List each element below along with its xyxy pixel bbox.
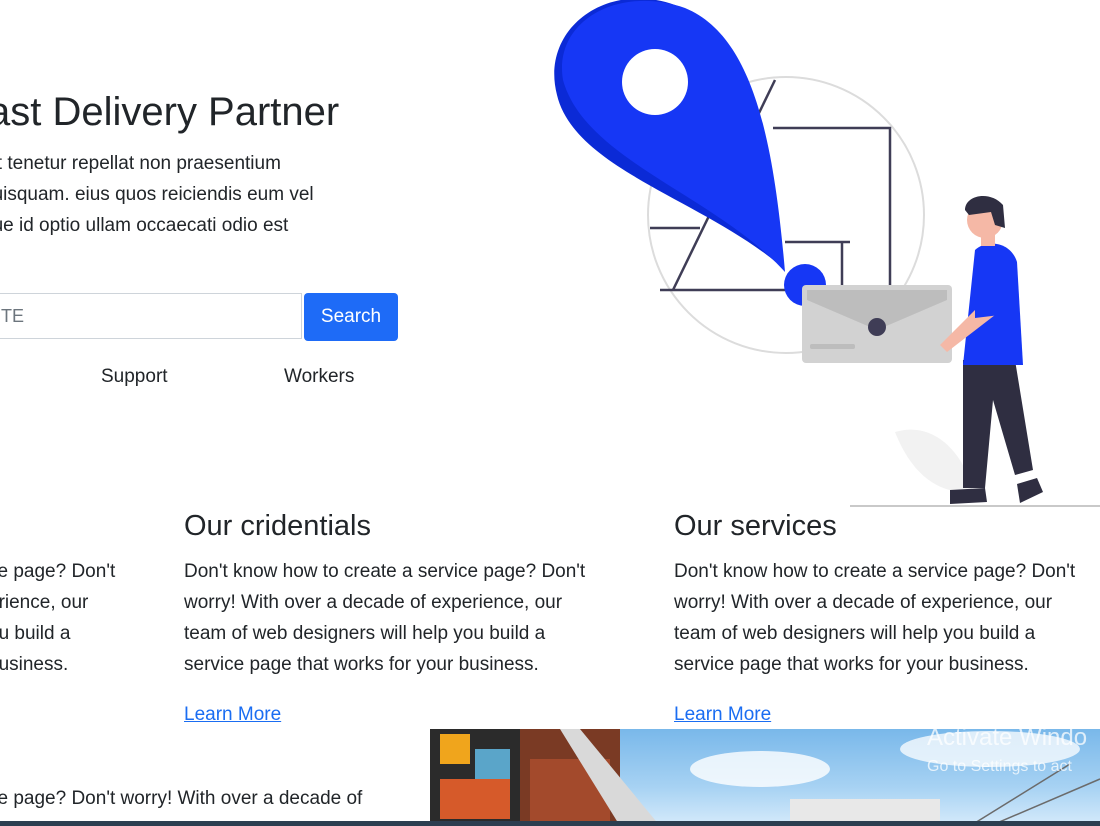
activation-watermark-title: Activate Windo <box>927 724 1088 751</box>
section-text: ce page? Don't worry! With over a decade… <box>0 788 363 809</box>
nav-link-support[interactable]: Support <box>101 366 168 388</box>
card-title: Our cridentials <box>184 510 371 542</box>
card-text: Don't know how to create a service page?… <box>674 561 1076 675</box>
hero-description: git tenetur repellat non praesentium qui… <box>0 153 314 236</box>
package-icon <box>802 285 952 363</box>
card-text: Don't know how to create a service page?… <box>184 561 586 675</box>
learn-more-link[interactable]: Learn More <box>184 704 281 726</box>
search-button[interactable]: Search <box>304 293 398 341</box>
activation-watermark-subtitle: Go to Settings to act <box>927 758 1072 775</box>
plant-icon <box>895 429 973 493</box>
card-title: Our services <box>674 510 837 542</box>
card-text: ce page? Don't erience, our ou build a b… <box>0 561 116 675</box>
nav-link-workers[interactable]: Workers <box>284 366 354 388</box>
delivery-illustration <box>554 0 1100 507</box>
learn-more-link[interactable]: Learn More <box>674 704 771 726</box>
location-pin-icon <box>554 0 826 306</box>
search-input[interactable] <box>0 293 302 339</box>
taskbar-edge <box>0 821 1100 826</box>
hero-title: ast Delivery Partner <box>0 90 340 134</box>
